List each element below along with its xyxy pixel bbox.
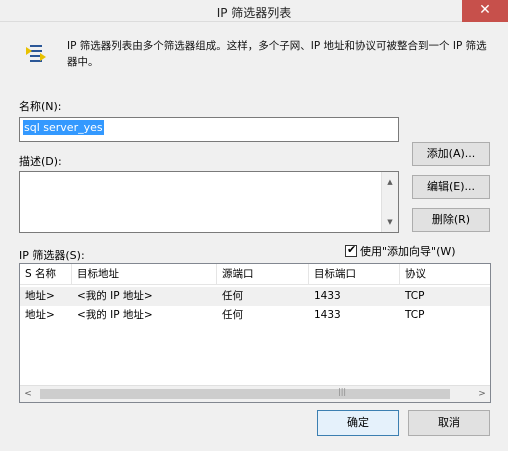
column-header-name[interactable]: S 名称	[20, 264, 72, 285]
close-button[interactable]: ✕	[462, 0, 508, 22]
table-row[interactable]: 地址> <我的 IP 地址> 任何 1433 TCP	[20, 287, 490, 306]
scroll-down-icon[interactable]: ▼	[382, 214, 398, 230]
cell-protocol: TCP	[405, 290, 425, 302]
description-label: 描述(D):	[19, 155, 62, 168]
ok-button[interactable]: 确定	[317, 410, 399, 436]
scroll-left-icon[interactable]: <	[20, 386, 36, 402]
cancel-button[interactable]: 取消	[408, 410, 490, 436]
cell-source-port: 任何	[222, 309, 243, 321]
column-header-source-port[interactable]: 源端口	[217, 264, 309, 285]
filters-list[interactable]: S 名称 目标地址 源端口 目标端口 协议 地址> <我的 IP 地址> 任何 …	[19, 263, 491, 403]
column-header-dest-port[interactable]: 目标端口	[309, 264, 400, 285]
cell-name: 地址>	[25, 290, 55, 302]
wizard-checkbox-label: 使用"添加向导"(W)	[360, 245, 456, 258]
column-header-protocol[interactable]: 协议	[400, 264, 490, 285]
cell-protocol: TCP	[405, 309, 425, 321]
list-horizontal-scrollbar[interactable]: < ||| >	[20, 385, 490, 402]
name-input[interactable]: sql server_yes	[19, 117, 399, 142]
list-header: S 名称 目标地址 源端口 目标端口 协议	[20, 264, 490, 285]
scroll-thumb[interactable]	[40, 389, 450, 399]
remove-button[interactable]: 删除(R)	[412, 208, 490, 232]
add-button[interactable]: 添加(A)...	[412, 142, 490, 166]
column-header-dest-address[interactable]: 目标地址	[72, 264, 217, 285]
edit-button[interactable]: 编辑(E)...	[412, 175, 490, 199]
table-row[interactable]: 地址> <我的 IP 地址> 任何 1433 TCP	[20, 306, 490, 325]
name-input-value: sql server_yes	[23, 120, 104, 135]
scroll-right-icon[interactable]: >	[474, 386, 490, 402]
cell-source-port: 任何	[222, 290, 243, 302]
description-scrollbar[interactable]: ▲ ▼	[381, 172, 398, 232]
cell-dest-address: <我的 IP 地址>	[77, 309, 153, 321]
wizard-checkbox[interactable]	[345, 243, 357, 257]
cell-dest-port: 1433	[314, 309, 341, 321]
filters-label: IP 筛选器(S):	[19, 249, 85, 262]
filter-list-icon	[26, 45, 46, 62]
scroll-up-icon[interactable]: ▲	[382, 174, 398, 190]
wizard-checkbox-row[interactable]: 使用"添加向导"(W)	[345, 243, 456, 259]
intro-text: IP 筛选器列表由多个筛选器组成。这样，多个子网、IP 地址和协议可被整合到一个…	[67, 40, 487, 68]
name-label: 名称(N):	[19, 100, 62, 113]
scroll-grip-icon: |||	[338, 387, 347, 396]
cell-dest-address: <我的 IP 地址>	[77, 290, 153, 302]
cell-name: 地址>	[25, 309, 55, 321]
window-title: IP 筛选器列表	[216, 6, 292, 20]
description-textarea[interactable]: ▲ ▼	[19, 171, 399, 233]
cell-dest-port: 1433	[314, 290, 341, 302]
title-bar: IP 筛选器列表 ✕	[0, 0, 508, 22]
